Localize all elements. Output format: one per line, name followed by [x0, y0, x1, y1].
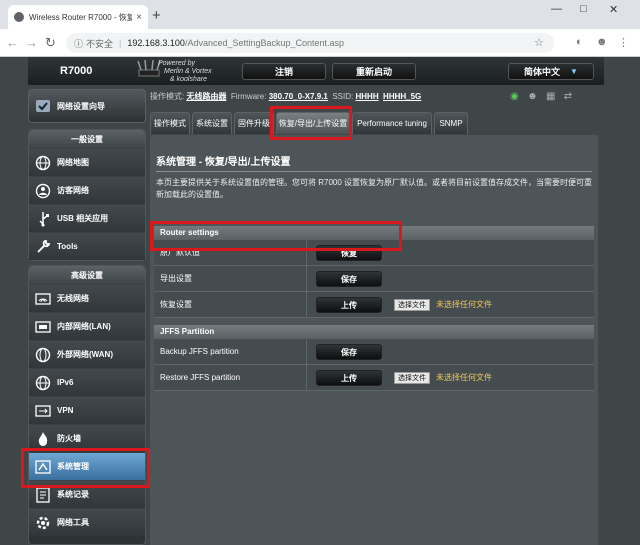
header-banner: R7000 Powered by Merlin & Vortex & kools… — [28, 57, 604, 85]
general-menu: 一般设置 网络地图 访客网络 USB 相关应用 Tools — [28, 129, 146, 261]
save-setting-row: 导出设置 保存 — [154, 266, 594, 292]
reboot-button[interactable]: 重新启动 — [332, 63, 416, 80]
info-icon: ⓘ — [74, 38, 84, 49]
highlight-tab-box — [270, 106, 352, 140]
network-status-icon[interactable]: ▦ — [546, 91, 555, 102]
save-button[interactable]: 保存 — [316, 271, 382, 287]
system-log-icon — [36, 486, 50, 503]
restore-jffs-label: Restore JFFS partition — [160, 373, 241, 382]
new-tab-button[interactable]: + — [152, 7, 161, 24]
close-window-icon[interactable]: ✕ — [609, 3, 618, 16]
url-field[interactable]: ⓘ 不安全 | 192.168.3.100 /Advanced_SettingB… — [66, 33, 554, 53]
advanced-menu-heading: 高级设置 — [29, 266, 145, 284]
ipv6-globe-icon — [35, 375, 51, 390]
logout-button[interactable]: 注销 — [242, 63, 326, 80]
bookmark-star-icon[interactable]: ☆ — [534, 36, 544, 49]
operation-mode-link[interactable]: 无线路由器 — [186, 92, 226, 101]
wifi-status-icon[interactable]: ◉ — [510, 91, 519, 102]
wrench-icon — [37, 239, 51, 253]
favicon-icon — [14, 12, 24, 22]
extension-icon[interactable]: ◐ — [576, 36, 583, 48]
language-select[interactable]: 简体中文 ▼ — [508, 63, 594, 80]
url-path: /Advanced_SettingBackup_Content.asp — [184, 38, 345, 48]
vpn-icon — [35, 404, 51, 417]
reload-icon[interactable]: ↻ — [45, 35, 56, 51]
wireless-icon — [35, 292, 51, 305]
backup-jffs-button[interactable]: 保存 — [316, 344, 382, 360]
jffs-choose-file-button[interactable]: 选择文件 — [394, 372, 430, 384]
quick-setup-button[interactable]: 网络设置向导 — [28, 89, 146, 123]
firewall-icon — [38, 431, 48, 446]
browser-tab[interactable]: Wireless Router R7000 - 恢复/ × — [8, 5, 148, 29]
restore-jffs-button[interactable]: 上传 — [316, 370, 382, 386]
sidebar-item-wireless[interactable]: 无线网络 — [29, 284, 145, 312]
sidebar-item-ipv6[interactable]: IPv6 — [29, 368, 145, 396]
title-divider — [156, 171, 592, 172]
highlight-administration-box — [21, 448, 150, 488]
network-tools-icon — [36, 516, 50, 529]
sidebar-item-guest-network[interactable]: 访客网络 — [29, 176, 145, 204]
no-file-text: 未选择任何文件 — [436, 300, 492, 309]
restore-setting-row: 恢复设置 上传 选择文件 未选择任何文件 — [154, 292, 594, 318]
main-content: 操作模式 系统设置 固件升级 恢复/导出/上传设置 Performance tu… — [150, 109, 604, 545]
tab-close-icon[interactable]: × — [136, 12, 142, 23]
lan-icon — [35, 320, 51, 333]
general-menu-heading: 一般设置 — [29, 130, 145, 148]
tab-title: Wireless Router R7000 - 恢复/ — [29, 12, 133, 22]
not-secure-label: 不安全 — [86, 38, 114, 49]
globe-icon — [35, 155, 51, 170]
router-page: R7000 Powered by Merlin & Vortex & kools… — [0, 57, 640, 545]
ssid-5g: HHHH_5G — [383, 92, 422, 101]
upload-button[interactable]: 上传 — [316, 297, 382, 313]
backup-jffs-row: Backup JFFS partition 保存 — [154, 339, 594, 365]
advanced-menu: 高级设置 无线网络 内部网络(LAN) 外部网络(WAN) IPv6 VPN 防… — [28, 265, 146, 545]
highlight-factory-default-box — [150, 221, 402, 251]
sidebar-item-usb-application[interactable]: USB 相关应用 — [29, 204, 145, 232]
ssid-24g: HHHH — [355, 92, 379, 101]
sidebar-item-tools[interactable]: Tools — [29, 232, 145, 260]
guest-network-icon — [35, 183, 51, 198]
firmware-link[interactable]: 380.70_0-X7.9.1 — [269, 92, 328, 101]
address-bar: ← → ↻ ⓘ 不安全 | 192.168.3.100 /Advanced_Se… — [0, 29, 640, 57]
menu-icon[interactable]: ⋮ — [618, 36, 629, 49]
tab-strip: 操作模式 系统设置 固件升级 恢复/导出/上传设置 Performance tu… — [150, 109, 604, 135]
tab-operation-mode[interactable]: 操作模式 — [150, 112, 190, 134]
chevron-down-icon: ▼ — [570, 67, 578, 76]
page-title: 系统管理 - 恢复/导出/上传设置 — [156, 157, 291, 168]
usb-status-icon[interactable]: ⇄ — [564, 91, 572, 102]
tab-snmp[interactable]: SNMP — [434, 112, 468, 134]
url-host: 192.168.3.100 — [127, 38, 185, 48]
forward-icon[interactable]: → — [25, 35, 38, 50]
usb-icon — [39, 211, 49, 226]
page-description: 本页主要提供关于系统设置值的管理。您可将 R7000 设置恢复为原厂默认值。或者… — [156, 178, 593, 199]
choose-file-button[interactable]: 选择文件 — [394, 299, 430, 311]
clients-icon[interactable]: ☻ — [527, 91, 538, 102]
sidebar-item-network-map[interactable]: 网络地图 — [29, 148, 145, 176]
sidebar-item-wan[interactable]: 外部网络(WAN) — [29, 340, 145, 368]
tab-system[interactable]: 系统设置 — [192, 112, 232, 134]
status-icons: ◉ ☻ ▦ ⇄ — [510, 91, 572, 102]
sidebar-item-vpn[interactable]: VPN — [29, 396, 145, 424]
quick-setup-icon — [36, 100, 50, 112]
restore-setting-label: 恢复设置 — [160, 300, 192, 309]
account-icon[interactable]: ☻ — [596, 36, 608, 48]
minimize-icon[interactable]: — — [551, 3, 562, 15]
backup-jffs-label: Backup JFFS partition — [160, 347, 239, 356]
browser-tab-bar: Wireless Router R7000 - 恢复/ × + — □ ✕ — [0, 0, 640, 29]
settings-panel: 系统管理 - 恢复/导出/上传设置 本页主要提供关于系统设置值的管理。您可将 R… — [150, 135, 598, 545]
jffs-no-file-text: 未选择任何文件 — [436, 373, 492, 382]
wan-globe-icon — [35, 347, 51, 362]
jffs-heading: JFFS Partition — [154, 325, 594, 339]
powered-by-text: Powered by Merlin & Vortex & koolshare — [158, 60, 212, 83]
sidebar-item-network-tools[interactable]: 网络工具 — [29, 508, 145, 536]
restore-jffs-row: Restore JFFS partition 上传 选择文件 未选择任何文件 — [154, 365, 594, 391]
save-setting-label: 导出设置 — [160, 274, 192, 283]
back-icon[interactable]: ← — [6, 35, 19, 50]
maximize-icon[interactable]: □ — [580, 3, 587, 15]
tab-firmware-upgrade[interactable]: 固件升级 — [234, 112, 274, 134]
sidebar-item-lan[interactable]: 内部网络(LAN) — [29, 312, 145, 340]
model-name: R7000 — [60, 65, 93, 77]
tab-performance-tuning[interactable]: Performance tuning — [352, 112, 432, 134]
